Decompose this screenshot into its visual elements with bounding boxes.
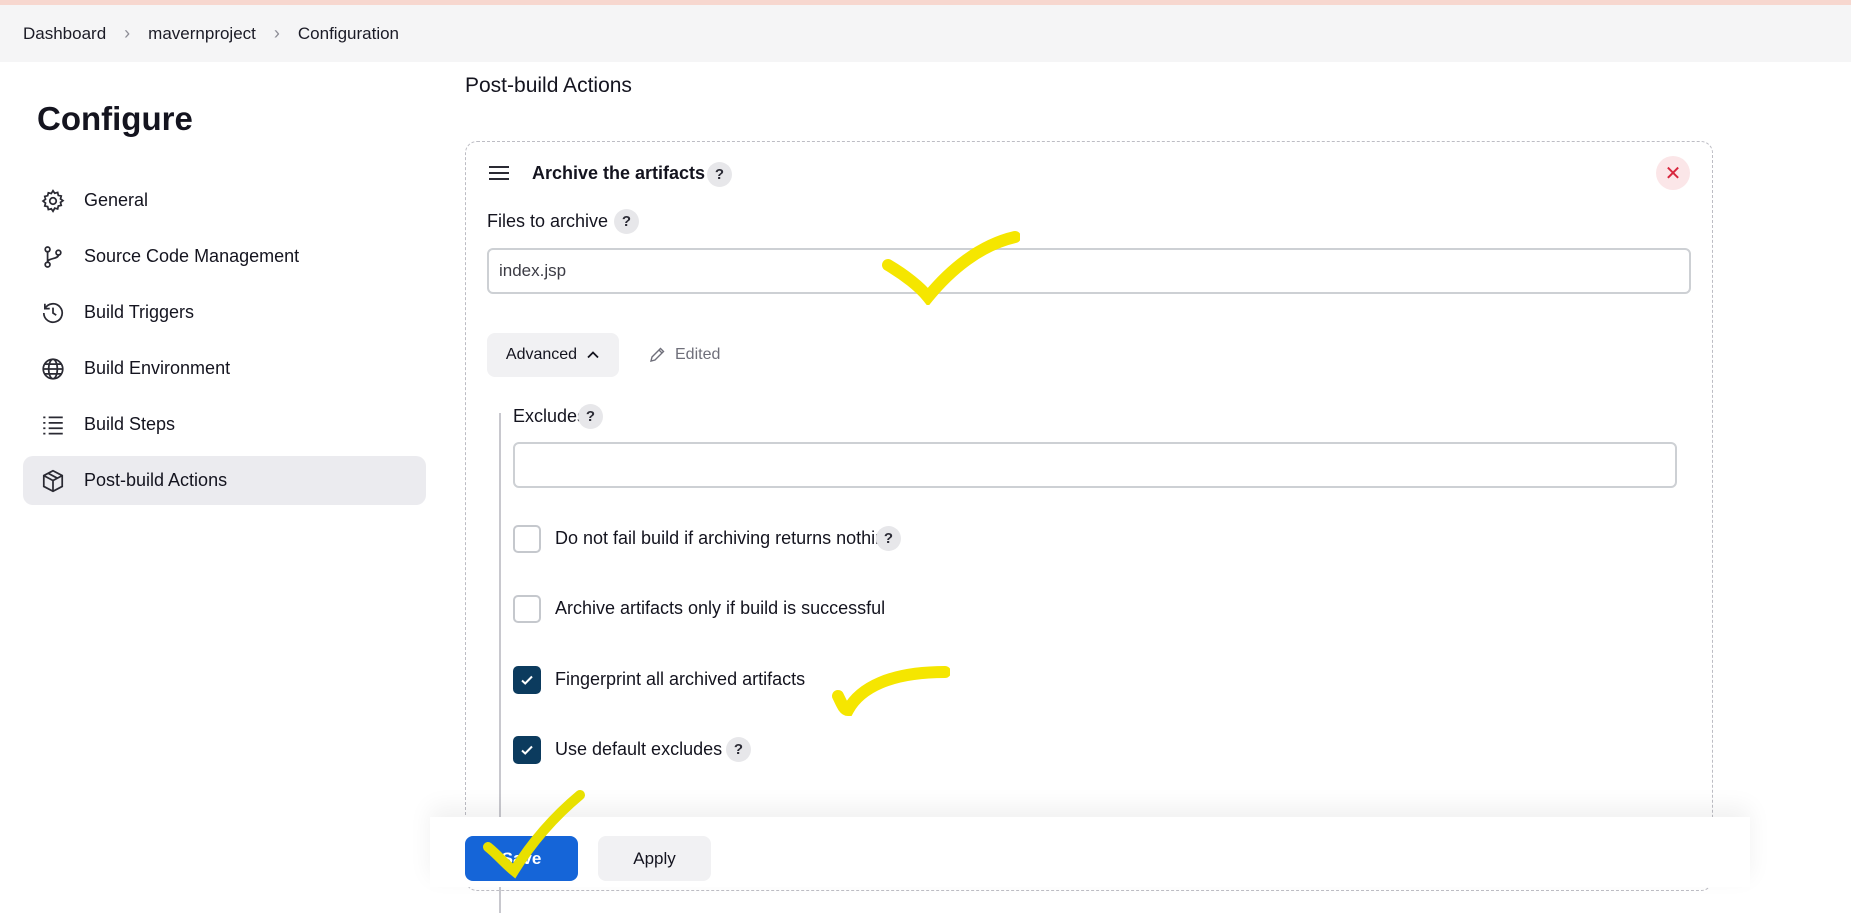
list-icon: [39, 411, 67, 439]
chevron-up-icon: [587, 351, 599, 359]
do-not-fail-checkbox[interactable]: [513, 525, 541, 553]
check-icon: [521, 675, 533, 685]
sidebar-nav: General Source Code Management Build Tri…: [23, 176, 426, 512]
breadcrumb-configuration[interactable]: Configuration: [298, 24, 399, 44]
breadcrumb-dashboard[interactable]: Dashboard: [23, 24, 106, 44]
sidebar-item-build-steps[interactable]: Build Steps: [23, 400, 426, 449]
chevron-right-icon: ›: [124, 23, 131, 43]
drag-handle-icon[interactable]: [488, 164, 510, 182]
save-button[interactable]: Save: [465, 836, 578, 881]
do-not-fail-label: Do not fail build if archiving returns n…: [555, 528, 896, 548]
excludes-label: Excludes: [513, 406, 587, 426]
edited-label: Edited: [675, 346, 721, 363]
fingerprint-label: Fingerprint all archived artifacts: [555, 669, 806, 689]
sidebar-item-label: Build Steps: [84, 414, 176, 434]
globe-icon: [39, 355, 67, 383]
package-icon: [39, 467, 67, 495]
sidebar-item-general[interactable]: General: [23, 176, 426, 225]
clock-icon: [39, 299, 67, 327]
action-bar: Save Apply: [430, 817, 1750, 887]
excludes-input[interactable]: [513, 442, 1677, 488]
page-title: Configure: [37, 100, 193, 137]
breadcrumb-project[interactable]: mavernproject: [148, 24, 256, 44]
breadcrumb: Dashboard › mavernproject › Configuratio…: [0, 5, 1851, 62]
use-default-excludes-checkbox[interactable]: [513, 736, 541, 764]
archive-only-if-successful-label: Archive artifacts only if build is succe…: [555, 598, 886, 618]
archive-only-if-successful-checkbox[interactable]: [513, 595, 541, 623]
help-icon[interactable]: ?: [578, 404, 603, 429]
check-icon: [521, 745, 533, 755]
edited-indicator: Edited: [648, 346, 720, 364]
gear-icon: [39, 187, 67, 215]
sidebar-item-post-build-actions[interactable]: Post-build Actions: [23, 456, 426, 505]
sidebar-item-source-code-management[interactable]: Source Code Management: [23, 232, 426, 281]
files-to-archive-input[interactable]: [487, 248, 1691, 294]
fingerprint-checkbox[interactable]: [513, 666, 541, 694]
files-to-archive-label: Files to archive: [487, 211, 609, 231]
sidebar-item-label: Post-build Actions: [84, 470, 228, 490]
help-icon[interactable]: ?: [707, 162, 732, 187]
branch-icon: [39, 243, 67, 271]
panel-title: Archive the artifacts: [532, 163, 706, 183]
sidebar-item-label: General: [84, 190, 149, 210]
archive-artifacts-panel: Archive the artifacts ? ✕ Files to archi…: [465, 141, 1713, 913]
advanced-toggle-button[interactable]: Advanced: [487, 333, 619, 377]
sidebar-item-label: Build Triggers: [84, 302, 195, 322]
use-default-excludes-label: Use default excludes: [555, 739, 723, 759]
sidebar-item-build-triggers[interactable]: Build Triggers: [23, 288, 426, 337]
close-icon[interactable]: ✕: [1656, 156, 1690, 190]
help-icon[interactable]: ?: [614, 209, 639, 234]
sidebar-item-label: Build Environment: [84, 358, 231, 378]
advanced-label: Advanced: [505, 346, 578, 363]
help-icon[interactable]: ?: [726, 737, 751, 762]
sidebar-item-label: Source Code Management: [84, 246, 300, 266]
help-icon[interactable]: ?: [876, 526, 901, 551]
chevron-right-icon: ›: [273, 23, 280, 43]
pencil-icon: [650, 347, 665, 362]
sidebar-item-build-environment[interactable]: Build Environment: [23, 344, 426, 393]
section-title: Post-build Actions: [465, 74, 632, 97]
apply-button[interactable]: Apply: [598, 836, 711, 881]
